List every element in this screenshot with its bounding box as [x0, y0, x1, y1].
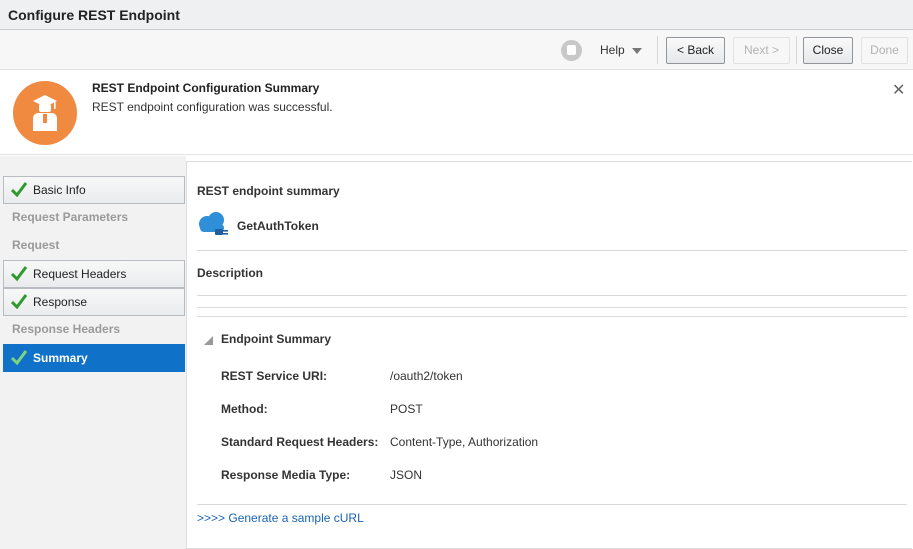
help-menu[interactable]: Help [600, 43, 625, 57]
step-response[interactable]: Response [3, 288, 185, 316]
method-value: POST [390, 402, 423, 416]
divider [197, 307, 907, 308]
checkmark-icon [10, 266, 28, 282]
toolbar-divider [657, 36, 658, 64]
notice-title: REST Endpoint Configuration Summary [92, 81, 320, 95]
headers-label: Standard Request Headers: [221, 435, 379, 449]
save-icon[interactable] [561, 40, 582, 61]
step-request-headers[interactable]: Request Headers [3, 260, 185, 288]
endpoint-summary-title[interactable]: Endpoint Summary [221, 332, 331, 346]
step-label: Request Headers [33, 267, 127, 281]
endpoint-name: GetAuthToken [237, 219, 319, 233]
checkmark-icon [10, 182, 28, 198]
uri-value: /oauth2/token [390, 369, 463, 383]
toolbar-divider [796, 36, 797, 64]
step-request-parameters[interactable]: Request Parameters [3, 203, 185, 231]
cloud-plug-icon [199, 212, 228, 235]
divider [197, 316, 907, 317]
user-badge-icon [13, 81, 77, 145]
step-response-headers[interactable]: Response Headers [3, 315, 185, 343]
summary-heading: REST endpoint summary [197, 184, 340, 198]
collapse-triangle-icon[interactable] [204, 336, 213, 345]
method-label: Method: [221, 402, 268, 416]
step-label: Request Parameters [12, 210, 129, 224]
step-label: Summary [33, 351, 88, 365]
step-label: Request [12, 238, 60, 252]
step-label: Response Headers [12, 322, 121, 336]
title-bar: Configure REST Endpoint [0, 0, 913, 30]
toolbar: Help < Back Next > Close Done [0, 30, 913, 70]
divider [197, 504, 907, 505]
window-title: Configure REST Endpoint [8, 7, 180, 23]
checkmark-icon [10, 294, 28, 310]
checkmark-icon [10, 350, 28, 366]
chevron-down-icon[interactable] [632, 48, 642, 54]
back-button[interactable]: < Back [666, 37, 725, 64]
confirmation-banner: REST Endpoint Configuration Summary REST… [0, 71, 913, 155]
description-label: Description [197, 266, 264, 280]
step-summary[interactable]: Summary [3, 344, 185, 372]
close-icon[interactable]: ✕ [892, 80, 905, 100]
summary-panel: REST endpoint summary GetAuthToken Descr… [186, 161, 912, 549]
next-button[interactable]: Next > [733, 37, 790, 64]
divider [197, 295, 907, 296]
done-button[interactable]: Done [861, 37, 908, 64]
step-request[interactable]: Request [3, 231, 185, 259]
notice-message: REST endpoint configuration was successf… [92, 100, 333, 114]
generate-curl-link[interactable]: >>>> Generate a sample cURL [197, 511, 364, 525]
media-type-label: Response Media Type: [221, 468, 351, 482]
step-label: Basic Info [33, 183, 86, 197]
uri-label: REST Service URI: [221, 369, 328, 383]
headers-value: Content-Type, Authorization [390, 435, 539, 449]
step-label: Response [33, 295, 88, 309]
divider [197, 250, 907, 251]
close-button[interactable]: Close [803, 37, 853, 64]
wizard-steps: Basic Info Request Parameters Request Re… [0, 156, 186, 549]
step-basic-info[interactable]: Basic Info [3, 176, 185, 204]
media-type-value: JSON [390, 468, 423, 482]
